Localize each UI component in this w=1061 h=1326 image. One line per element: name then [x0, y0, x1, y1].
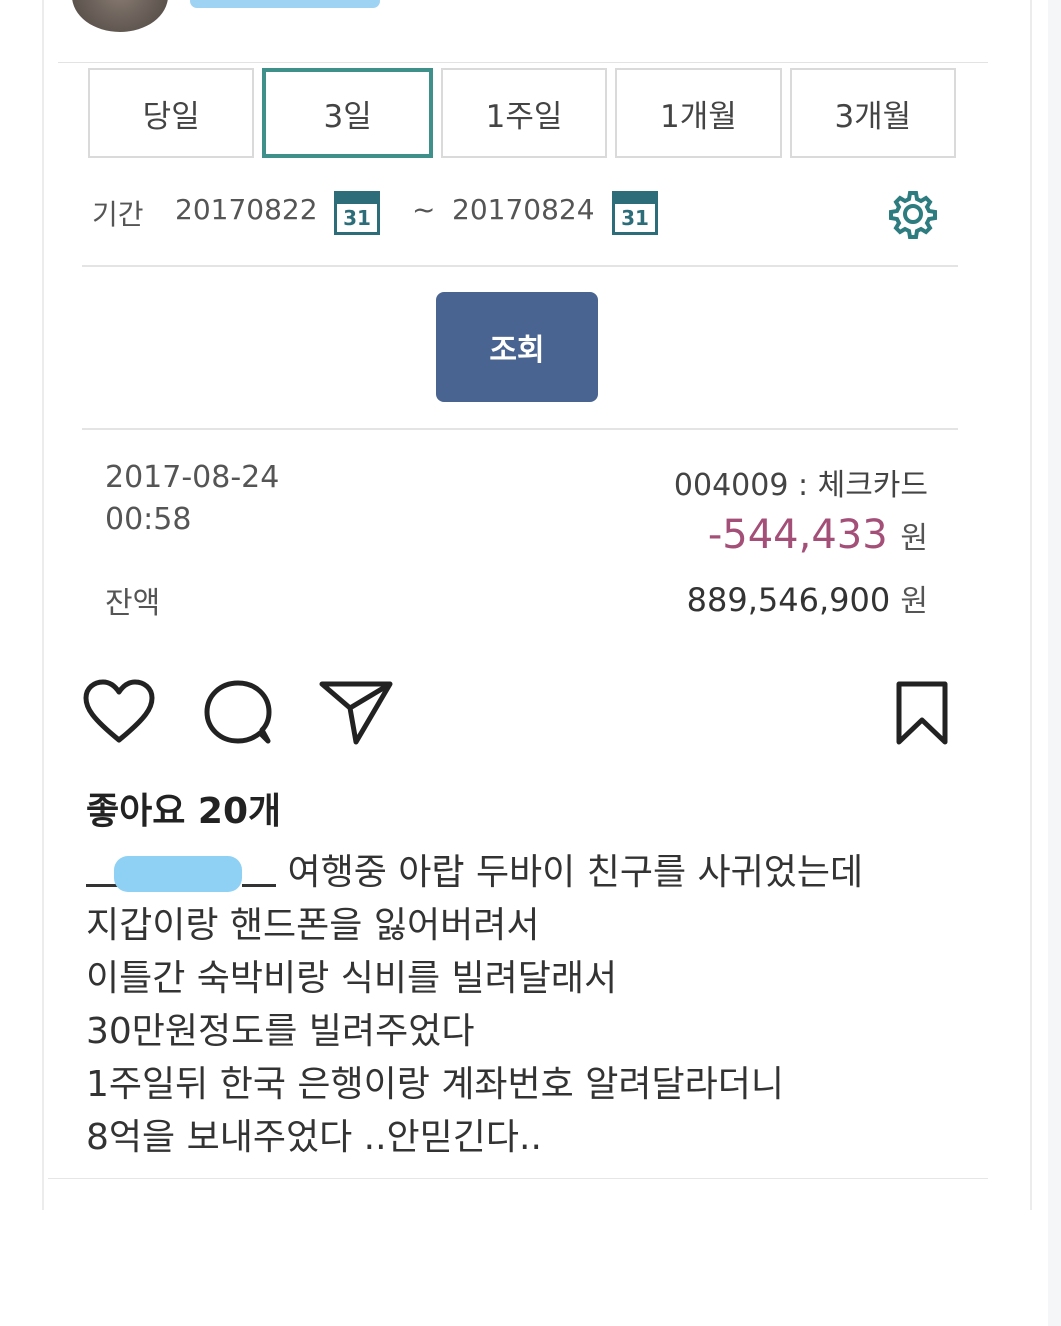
- period-row: 기간 20170822 31 ~ 20170824 31: [92, 185, 952, 239]
- tab-today[interactable]: 당일: [88, 68, 255, 158]
- tab-1-month[interactable]: 1개월: [615, 68, 782, 158]
- balance-label: 잔액: [105, 586, 161, 621]
- tab-1-week[interactable]: 1주일: [440, 68, 608, 158]
- tab-3-days[interactable]: 3일: [262, 68, 433, 158]
- amount-value: -544,433: [707, 512, 888, 558]
- start-date[interactable]: 20170822: [175, 193, 318, 226]
- tab-3-months[interactable]: 3개월: [789, 68, 957, 158]
- header-divider: [58, 62, 988, 63]
- caption-line: 이틀간 숙박비랑 식비를 빌려달래서: [86, 958, 618, 999]
- date-separator: ~: [412, 193, 436, 226]
- search-button[interactable]: 조회: [436, 292, 598, 402]
- bookmark-icon[interactable]: [894, 680, 950, 746]
- like-count[interactable]: 좋아요 20개: [86, 782, 281, 834]
- post-bottom-divider: [48, 1178, 988, 1179]
- balance-value: 889,546,900: [686, 581, 891, 619]
- caption-text: 여행중 아랍 두바이 친구를 사귀었는데: [287, 852, 864, 893]
- avatar[interactable]: [72, 0, 168, 32]
- divider: [82, 265, 958, 267]
- transaction-date: 2017-08-24: [105, 460, 280, 495]
- balance-amount: 889,546,900 원: [687, 576, 928, 620]
- calendar-icon[interactable]: 31: [612, 191, 658, 235]
- balance-unit: 원: [900, 584, 928, 619]
- period-tabs: 당일 3일 1주일 1개월 3개월: [88, 68, 957, 158]
- redacted-username: [190, 0, 380, 8]
- transaction-time: 00:58: [105, 502, 192, 537]
- page-edge: [1048, 0, 1061, 1326]
- caption-line: 30만원정도를 빌려주었다: [86, 1011, 475, 1052]
- caption-line: 여행중 아랍 두바이 친구를 사귀었는데: [86, 846, 966, 899]
- transaction-amount: -544,433 원: [708, 512, 928, 558]
- post-frame-left-border: [42, 0, 44, 1210]
- caption-line: 1주일뒤 한국 은행이랑 계좌번호 알려달라더니: [86, 1064, 784, 1105]
- redacted-username[interactable]: [86, 856, 276, 892]
- heart-icon[interactable]: [82, 678, 156, 744]
- amount-unit: 원: [900, 521, 928, 556]
- divider: [82, 428, 958, 430]
- caption-line: 8억을 보내주었다 ..안믿긴다..: [86, 1117, 542, 1158]
- comment-icon[interactable]: [202, 678, 274, 746]
- post-caption: 여행중 아랍 두바이 친구를 사귀었는데 지갑이랑 핸드폰을 잃어버려서 이틀간…: [86, 846, 966, 1164]
- period-label: 기간: [92, 198, 144, 231]
- end-date[interactable]: 20170824: [452, 193, 595, 226]
- share-icon[interactable]: [318, 678, 394, 746]
- gear-icon[interactable]: [888, 189, 938, 239]
- post-frame-right-border: [1030, 0, 1032, 1210]
- calendar-icon[interactable]: 31: [334, 191, 380, 235]
- card-info: 004009 : 체크카드: [673, 468, 928, 503]
- caption-line: 지갑이랑 핸드폰을 잃어버려서: [86, 905, 540, 946]
